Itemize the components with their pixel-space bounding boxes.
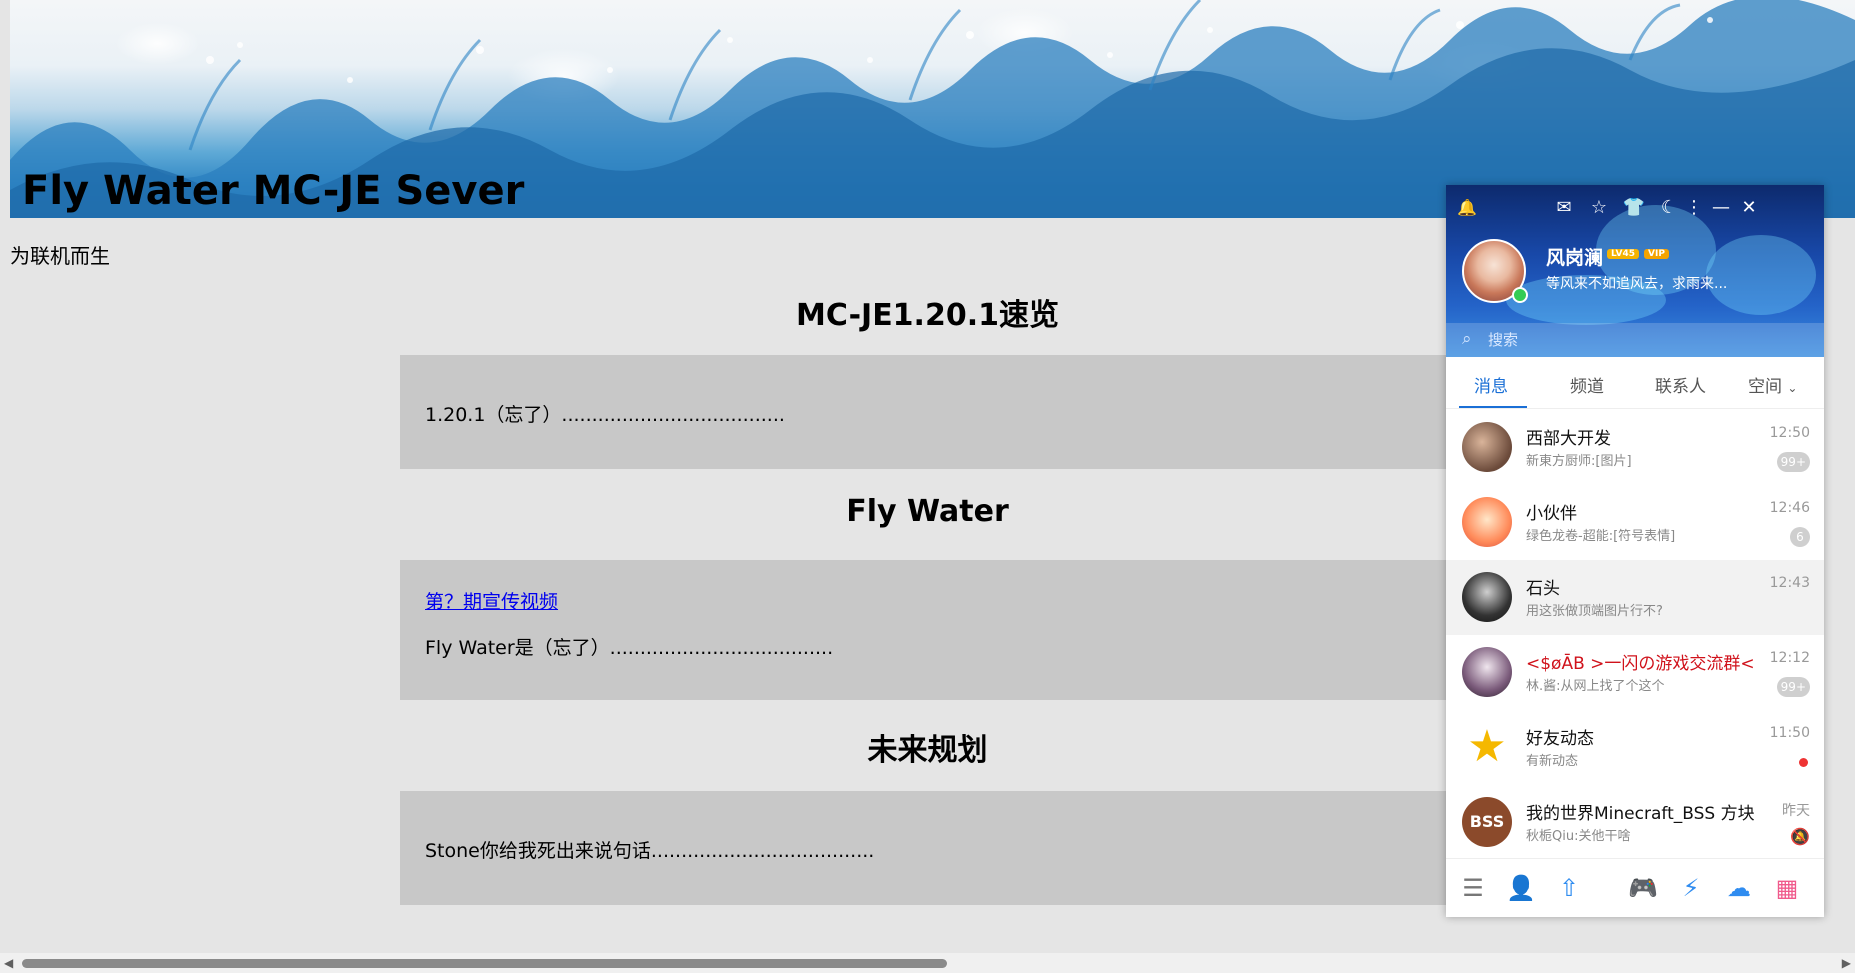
message-time: 12:50 xyxy=(1769,425,1810,441)
message-preview: 绿色龙卷-超能:[符号表情] xyxy=(1526,529,1676,544)
tab-space[interactable]: 空间 ⌄ xyxy=(1748,372,1797,397)
message-time: 昨天 xyxy=(1782,803,1810,819)
message-name: 我的世界Minecraft_BSS 方块 xyxy=(1526,804,1755,824)
message-list: 西部大开发 新東方厨师:[图片] 12:50 99+ 小伙伴 绿色龙卷-超能:[… xyxy=(1446,410,1824,858)
tab-messages[interactable]: 消息 xyxy=(1474,372,1508,397)
scroll-right-arrow-icon[interactable]: ▶ xyxy=(1842,956,1851,970)
section-text-overview: 1.20.1（忘了）..............................… xyxy=(425,404,785,426)
shirt-icon[interactable]: 👕 xyxy=(1621,195,1647,221)
message-item[interactable]: 小伙伴 绿色龙卷-超能:[符号表情] 12:46 6 xyxy=(1446,485,1824,560)
section-text-future: Stone你给我死出来说句话..........................… xyxy=(425,840,875,862)
mute-icon: 🔕 xyxy=(1790,827,1810,846)
message-preview: 用这张做顶端图片行不? xyxy=(1526,604,1663,619)
message-time: 12:43 xyxy=(1769,575,1810,591)
level-badge: LV45 xyxy=(1607,249,1639,259)
promo-video-link[interactable]: 第？期宣传视频 xyxy=(425,587,558,614)
message-item[interactable]: 西部大开发 新東方厨师:[图片] 12:50 99+ xyxy=(1446,410,1824,485)
upload-icon[interactable]: ⇧ xyxy=(1554,873,1584,903)
message-name: 小伙伴 xyxy=(1526,504,1577,524)
qq-panel: 🔔 ✉ ☆ 👕 ☾ ⋮ — ✕ 风岗澜 LV45 VIP 等风来不如追风去，求雨… xyxy=(1446,185,1824,917)
tab-space-label: 空间 xyxy=(1748,377,1782,397)
bell-icon[interactable]: 🔔 xyxy=(1454,195,1480,221)
more-icon[interactable]: ⋮ xyxy=(1681,195,1707,221)
star-icon[interactable]: ☆ xyxy=(1586,195,1612,221)
contact-avatar xyxy=(1462,572,1512,622)
qq-topbar: 🔔 ✉ ☆ 👕 ☾ ⋮ — ✕ xyxy=(1446,195,1824,223)
apps-grid-icon[interactable]: ▦ xyxy=(1772,873,1802,903)
message-item[interactable]: ★ 好友动态 有新动态 11:50 xyxy=(1446,710,1824,785)
group-avatar xyxy=(1462,497,1512,547)
flash-icon[interactable]: ⚡ xyxy=(1676,873,1706,903)
qq-bottom-toolbar: ☰ 👤 ⇧ 🎮 ⚡ ☁ ▦ xyxy=(1446,858,1824,917)
site-title: Fly Water MC-JE Sever xyxy=(22,168,525,214)
message-item[interactable]: <$øĀB >一闪の游戏交流群<$ 林.酱:从网上找了个这个 12:12 99+ xyxy=(1446,635,1824,710)
section-box-flywater: 第？期宣传视频 Fly Water是（忘了）..................… xyxy=(400,560,1455,700)
search-icon: ⌕ xyxy=(1462,329,1472,349)
unread-badge: 6 xyxy=(1790,527,1810,547)
user-signature[interactable]: 等风来不如追风去，求雨来... xyxy=(1546,273,1806,293)
site-subtitle: 为联机而生 xyxy=(10,244,110,268)
message-name: <$øĀB >一闪の游戏交流群<$ xyxy=(1526,654,1756,674)
message-preview: 有新动态 xyxy=(1526,754,1579,769)
section-text-flywater: Fly Water是（忘了）..........................… xyxy=(425,637,834,659)
game-icon[interactable]: 🎮 xyxy=(1628,873,1658,903)
qq-tabs: 消息 频道 联系人 空间 ⌄ xyxy=(1446,357,1824,409)
qq-header: 🔔 ✉ ☆ 👕 ☾ ⋮ — ✕ 风岗澜 LV45 VIP 等风来不如追风去，求雨… xyxy=(1446,185,1824,357)
close-icon[interactable]: ✕ xyxy=(1736,195,1762,221)
scroll-left-arrow-icon[interactable]: ◀ xyxy=(4,956,13,970)
scrollbar-thumb[interactable] xyxy=(22,959,947,968)
message-time: 11:50 xyxy=(1769,725,1810,741)
message-preview: 新東方厨师:[图片] xyxy=(1526,454,1632,469)
group-avatar xyxy=(1462,647,1512,697)
qq-search-bar[interactable]: ⌕ xyxy=(1446,323,1824,357)
section-title-future: 未来规划 xyxy=(867,733,988,768)
section-box-overview: 1.20.1（忘了）..............................… xyxy=(400,355,1455,469)
unread-badge: 99+ xyxy=(1776,677,1810,697)
active-tab-indicator xyxy=(1459,406,1527,408)
mail-icon[interactable]: ✉ xyxy=(1551,195,1577,221)
unread-badge: 99+ xyxy=(1776,452,1810,472)
message-name: 好友动态 xyxy=(1526,729,1594,749)
section-title-overview: MC-JE1.20.1速览 xyxy=(796,298,1059,333)
star-icon: ★ xyxy=(1467,721,1507,772)
add-friend-icon[interactable]: 👤 xyxy=(1506,873,1536,903)
message-item[interactable]: BSS 我的世界Minecraft_BSS 方块 秋栀Qiu:关他干啥 昨天 🔕 xyxy=(1446,785,1824,858)
tab-contacts[interactable]: 联系人 xyxy=(1655,372,1706,397)
group-avatar xyxy=(1462,422,1512,472)
vip-badge: VIP xyxy=(1644,249,1669,259)
cloud-icon[interactable]: ☁ xyxy=(1724,873,1754,903)
new-activity-dot xyxy=(1799,758,1808,767)
message-preview: 秋栀Qiu:关他干啥 xyxy=(1526,829,1631,844)
moon-icon[interactable]: ☾ xyxy=(1656,195,1682,221)
message-time: 12:46 xyxy=(1769,500,1810,516)
group-avatar: BSS xyxy=(1462,797,1512,847)
message-time: 12:12 xyxy=(1769,650,1810,666)
search-input[interactable] xyxy=(1488,328,1788,352)
horizontal-scrollbar[interactable]: ◀ ▶ xyxy=(0,953,1855,973)
user-nickname: 风岗澜 xyxy=(1546,247,1604,269)
message-item[interactable]: 石头 用这张做顶端图片行不? 12:43 xyxy=(1446,560,1824,635)
tab-channels[interactable]: 频道 xyxy=(1570,372,1604,397)
online-status-icon[interactable] xyxy=(1512,287,1528,303)
section-title-flywater: Fly Water xyxy=(846,494,1009,529)
section-box-future: Stone你给我死出来说句话..........................… xyxy=(400,791,1455,905)
message-name: 石头 xyxy=(1526,579,1560,599)
minimize-icon[interactable]: — xyxy=(1708,195,1734,221)
menu-icon[interactable]: ☰ xyxy=(1458,873,1488,903)
message-preview: 林.酱:从网上找了个这个 xyxy=(1526,679,1665,694)
chevron-down-icon: ⌄ xyxy=(1787,381,1798,395)
message-name: 西部大开发 xyxy=(1526,429,1611,449)
